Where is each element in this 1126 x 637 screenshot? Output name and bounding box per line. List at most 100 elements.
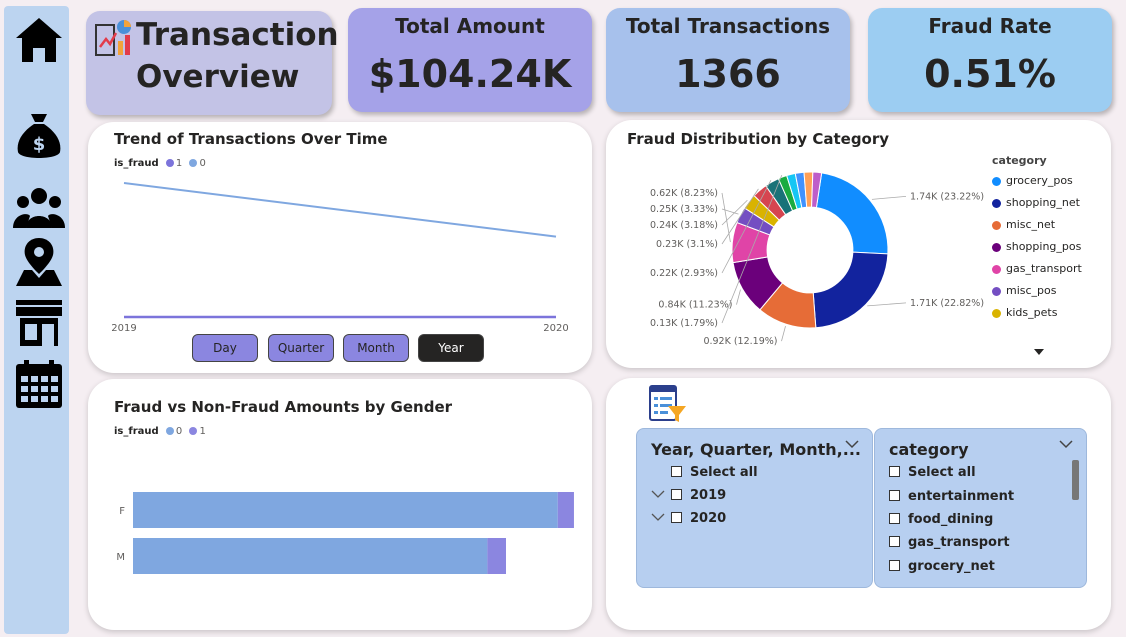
legend-dot <box>992 220 1001 230</box>
bar-segment[interactable] <box>133 538 488 574</box>
checkbox[interactable] <box>889 466 900 477</box>
donut-legend-item[interactable]: grocery_pos <box>992 174 1073 187</box>
date-option-2020[interactable]: 2020 <box>671 511 726 526</box>
checkbox[interactable] <box>889 536 900 547</box>
legend-label: kids_pets <box>1006 306 1058 319</box>
legend-title: is_fraud <box>114 158 159 169</box>
legend-title: is_fraud <box>114 426 159 437</box>
donut-legend-item[interactable]: shopping_pos <box>992 240 1081 253</box>
donut-data-label: 1.71K (22.82%) <box>910 298 984 309</box>
title-card: Transaction Overview <box>86 11 339 115</box>
checkbox[interactable] <box>671 512 682 523</box>
expand-chevron-icon[interactable] <box>651 511 665 525</box>
day-button[interactable]: Day <box>192 334 258 362</box>
donut-legend-item[interactable]: misc_pos <box>992 284 1057 297</box>
legend-dot <box>165 427 174 435</box>
donut-data-label: 0.62K (8.23%) <box>650 188 718 199</box>
checkbox[interactable] <box>889 490 900 501</box>
legend-dot <box>189 159 198 167</box>
category-slicer-title: category <box>889 440 969 459</box>
trend-line-chart: 2019 2020 <box>111 182 569 334</box>
y-tick-label: M <box>116 552 125 563</box>
legend-dot <box>165 159 174 167</box>
donut-leader-line <box>867 302 907 307</box>
donut-legend-item[interactable]: gas_transport <box>992 262 1082 275</box>
page-title-line1: Transaction <box>136 17 339 53</box>
checkbox[interactable] <box>889 560 900 571</box>
donut-slice[interactable] <box>815 172 889 255</box>
category-option[interactable]: Select all <box>889 465 976 480</box>
donut-leader-line <box>736 289 741 305</box>
money-bag-icon[interactable]: $ <box>12 110 66 162</box>
category-option[interactable]: gas_transport <box>889 535 1010 550</box>
checkbox[interactable] <box>889 513 900 524</box>
bar-segment[interactable] <box>487 538 506 574</box>
donut-legend-item[interactable]: kids_pets <box>992 306 1057 319</box>
checkbox[interactable] <box>671 466 682 477</box>
kpi-total-amount: Total Amount $104.24K <box>348 8 592 112</box>
kpi-label: Total Amount <box>395 14 545 38</box>
users-icon[interactable] <box>12 182 66 234</box>
option-label: food_dining <box>908 512 994 527</box>
legend-label: shopping_net <box>1006 196 1080 209</box>
kpi-value: $104.24K <box>368 52 572 96</box>
expand-chevron-icon[interactable] <box>651 488 665 502</box>
kpi-label: Fraud Rate <box>928 14 1052 38</box>
gender-bar-chart: FM <box>116 492 574 574</box>
legend-dot <box>992 176 1001 186</box>
home-icon[interactable] <box>12 14 66 66</box>
legend-dot <box>992 198 1001 208</box>
store-icon[interactable] <box>12 296 66 348</box>
date-option-select-all[interactable]: Select all <box>671 465 758 480</box>
checkbox[interactable] <box>671 489 682 500</box>
date-option-2019[interactable]: 2019 <box>671 488 726 503</box>
donut-slice[interactable] <box>812 251 889 329</box>
chevron-down-icon[interactable] <box>845 438 859 452</box>
map-pin-icon[interactable] <box>12 236 66 288</box>
gender-title: Fraud vs Non-Fraud Amounts by Gender <box>114 398 453 416</box>
donut-legend-item[interactable]: shopping_net <box>992 196 1080 209</box>
x-tick-label: 2019 <box>111 323 136 334</box>
legend-label: 0 <box>175 426 183 437</box>
bar-segment[interactable] <box>133 492 558 528</box>
donut-legend-item[interactable]: misc_net <box>992 218 1055 231</box>
category-option[interactable]: entertainment <box>889 489 1014 504</box>
gender-legend: is_fraud 0 1 <box>114 426 206 437</box>
chevron-down-icon[interactable] <box>1059 438 1073 452</box>
legend-label: misc_pos <box>1006 284 1057 297</box>
year-button[interactable]: Year <box>418 334 484 362</box>
donut-leader-line <box>781 326 786 342</box>
date-slicer-title: Year, Quarter, Month,... <box>651 440 861 459</box>
quarter-button[interactable]: Quarter <box>268 334 334 362</box>
kpi-value: 1366 <box>675 52 781 96</box>
legend-label: 0 <box>199 158 206 169</box>
category-option[interactable]: food_dining <box>889 512 993 527</box>
page-title-line2: Overview <box>136 59 300 95</box>
donut-data-label: 0.92K (12.19%) <box>703 336 777 347</box>
chevron-down-icon[interactable] <box>1033 342 1045 355</box>
legend-dot <box>992 286 1001 296</box>
month-button[interactable]: Month <box>343 334 409 362</box>
legend-dot <box>992 308 1001 318</box>
donut-leader-line <box>871 195 907 200</box>
calendar-icon[interactable] <box>12 358 66 410</box>
donut-title: Fraud Distribution by Category <box>627 130 890 148</box>
kpi-value: 0.51% <box>924 52 1056 96</box>
category-option[interactable]: grocery_net <box>889 559 995 574</box>
legend-label: shopping_pos <box>1006 240 1082 253</box>
legend-label: 1 <box>199 426 206 437</box>
option-label: entertainment <box>908 489 1015 504</box>
scrollbar[interactable] <box>1072 460 1079 500</box>
donut-chart: 1.74K (23.22%) 1.71K (22.82%) 0.92K (12.19… <box>650 171 984 347</box>
option-label: gas_transport <box>908 535 1010 550</box>
bar-segment[interactable] <box>557 492 574 528</box>
donut-data-label: 0.24K (3.18%) <box>650 220 718 231</box>
legend-dot <box>992 264 1001 274</box>
kpi-total-transactions: Total Transactions 1366 <box>606 8 850 112</box>
option-label: grocery_net <box>908 559 995 574</box>
option-label: 2019 <box>690 488 727 503</box>
donut-data-label: 0.22K (2.93%) <box>650 268 718 279</box>
sidebar: $ <box>4 6 69 634</box>
legend-label: grocery_pos <box>1006 174 1073 187</box>
legend-dot <box>189 427 198 435</box>
